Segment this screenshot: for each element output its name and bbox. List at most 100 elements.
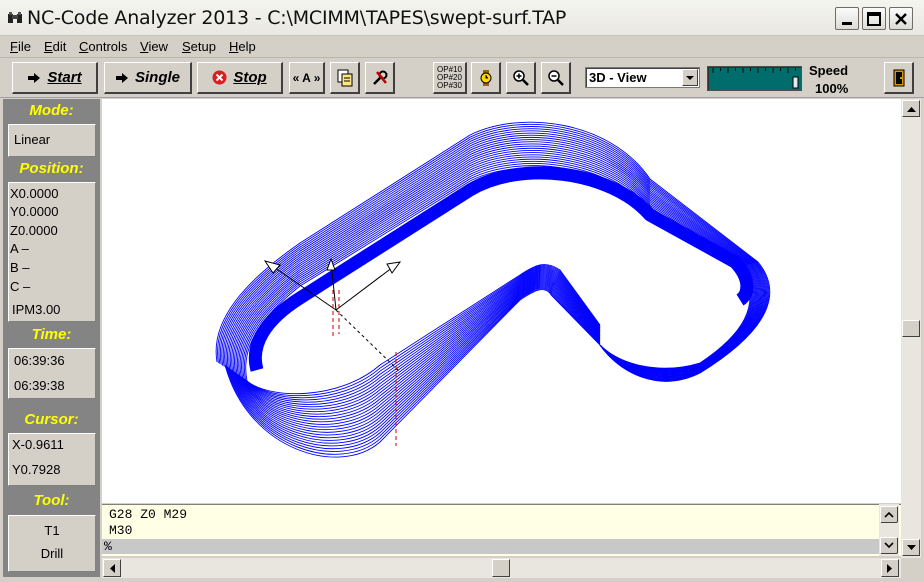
position-box: X0.0000 Y0.0000 Z0.0000 A – B – C – IPM3…	[8, 182, 96, 322]
toolpath-contour	[218, 126, 769, 381]
position-b: B –	[10, 260, 30, 275]
mode-label: Mode:	[29, 102, 74, 119]
tool-type: Drill	[40, 546, 64, 561]
stop-button[interactable]: Stop	[197, 62, 283, 94]
triangle-right-icon	[887, 563, 892, 573]
toolpath-offsets	[215, 121, 771, 458]
speed-slider-ticks	[712, 68, 799, 89]
window-title: NC-Code Analyzer 2013 - C:\MCIMM\TAPES\s…	[27, 7, 567, 29]
maximize-button[interactable]	[862, 7, 886, 30]
app-window: NC-Code Analyzer 2013 - C:\MCIMM\TAPES\s…	[0, 0, 924, 582]
triangle-left-icon	[110, 563, 115, 573]
mode-value: Linear	[14, 132, 51, 147]
position-label: Position:	[19, 160, 84, 177]
tool-box: T1 Drill	[8, 515, 96, 572]
cursor-box: X-0.9611 Y0.7928	[8, 433, 96, 486]
code-listing[interactable]: G28 Z0 M29 M30 %	[102, 504, 901, 556]
stop-icon	[212, 70, 227, 85]
toolpath-contour	[238, 156, 756, 377]
scroll-right-button[interactable]	[881, 559, 899, 577]
chevron-down-icon	[686, 76, 694, 80]
mode-box: Linear	[8, 124, 96, 157]
cursor-x: X-0.9611	[12, 437, 64, 452]
vertical-scroll-thumb[interactable]	[902, 320, 920, 337]
operations-button[interactable]: OP#10 OP#20 OP#30	[433, 62, 467, 94]
scroll-down-button[interactable]	[902, 539, 920, 556]
position-c: C –	[10, 279, 31, 294]
close-icon	[895, 13, 907, 25]
menu-setup[interactable]: Setup	[182, 39, 216, 54]
menu-controls[interactable]: Controls	[79, 39, 127, 54]
single-button[interactable]: Single	[104, 62, 192, 94]
tool-label: Tool:	[33, 492, 70, 509]
time-start: 06:39:36	[14, 353, 65, 368]
triangle-down-icon	[906, 544, 916, 550]
view-select-dropdown[interactable]	[682, 69, 698, 86]
triangle-up-icon	[906, 106, 916, 112]
exit-button[interactable]	[884, 62, 914, 94]
speed-value: 100%	[815, 81, 849, 96]
status-panel: Mode: Linear Position: X0.0000 Y0.0000 Z…	[3, 99, 100, 577]
menu-help[interactable]: Help	[229, 39, 256, 54]
menu-view[interactable]: View	[140, 39, 168, 54]
code-line-selected[interactable]: %	[102, 539, 879, 554]
code-scrollbar[interactable]	[879, 504, 899, 556]
toolpath-contour	[236, 154, 757, 376]
copy-icon	[337, 69, 352, 86]
exit-door-icon	[893, 69, 904, 86]
minimize-button[interactable]	[835, 7, 859, 30]
close-button[interactable]	[889, 7, 913, 30]
code-scroll-up-button[interactable]	[880, 506, 898, 523]
toolpath-canvas[interactable]	[102, 99, 901, 503]
code-line[interactable]: M30	[109, 523, 132, 538]
zoom-in-icon	[512, 69, 529, 86]
speed-slider-thumb	[792, 76, 799, 89]
chevron-down-icon	[884, 542, 894, 549]
code-line[interactable]: G28 Z0 M29	[109, 507, 187, 522]
zoom-out-icon	[547, 69, 564, 86]
horizontal-scroll-thumb[interactable]	[492, 559, 510, 577]
cursor-y: Y0.7928	[12, 462, 61, 477]
toolpath-drawing	[215, 121, 771, 458]
copy-button[interactable]	[330, 62, 360, 94]
cursor-label: Cursor:	[24, 411, 79, 428]
axis-button[interactable]: « A »	[289, 62, 325, 94]
arrow-right-icon	[115, 72, 128, 83]
time-label: Time:	[31, 326, 72, 343]
speed-label: Speed	[809, 63, 849, 78]
code-scroll-down-button[interactable]	[880, 537, 898, 554]
scroll-left-button[interactable]	[103, 559, 121, 577]
view-select[interactable]: 3D - View	[585, 67, 700, 88]
toolpath-contour	[241, 160, 754, 379]
speed-slider[interactable]	[707, 66, 802, 91]
menu-bar: File Edit Controls View Setup Help	[0, 36, 924, 58]
position-z: Z0.0000	[10, 223, 58, 238]
binoculars-icon	[8, 12, 22, 23]
tools-icon	[372, 70, 387, 85]
position-x: X0.0000	[10, 186, 59, 201]
minimize-icon	[842, 22, 852, 25]
toolpath-highlight	[248, 166, 754, 372]
tool-number: T1	[44, 523, 60, 538]
time-box: 06:39:36 06:39:38	[8, 348, 96, 399]
watch-button[interactable]	[471, 62, 501, 94]
toolpath-contour	[242, 163, 753, 380]
menu-edit[interactable]: Edit	[44, 39, 66, 54]
maximize-icon	[867, 12, 881, 26]
position-y: Y0.0000	[10, 204, 59, 219]
canvas-vertical-scrollbar[interactable]	[901, 99, 921, 558]
scroll-up-button[interactable]	[902, 100, 920, 117]
position-a: A –	[10, 241, 29, 256]
time-current: 06:39:38	[14, 378, 65, 393]
arrow-right-icon	[28, 72, 41, 83]
zoom-out-button[interactable]	[541, 62, 571, 94]
start-button[interactable]: Start	[12, 62, 98, 94]
title-bar: NC-Code Analyzer 2013 - C:\MCIMM\TAPES\s…	[0, 0, 924, 36]
watch-icon	[480, 69, 491, 86]
menu-file[interactable]: File	[10, 39, 31, 54]
chevron-up-icon	[884, 511, 894, 518]
tools-button[interactable]	[365, 62, 395, 94]
canvas-horizontal-scrollbar[interactable]	[102, 558, 901, 578]
toolpath-contour	[235, 152, 757, 375]
zoom-in-button[interactable]	[506, 62, 536, 94]
